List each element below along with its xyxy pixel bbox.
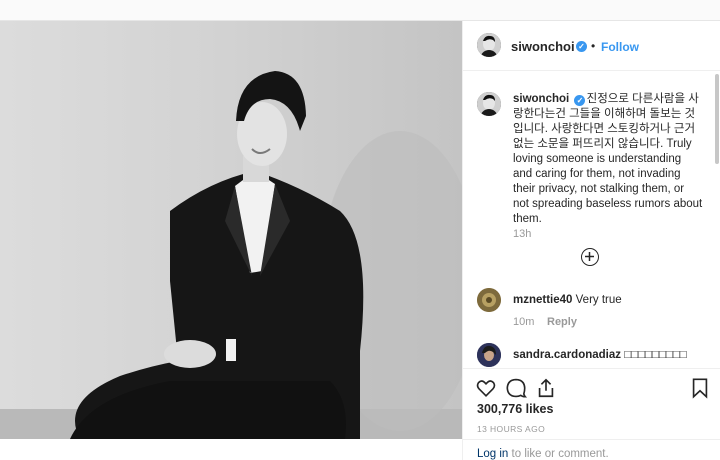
avatar-image	[477, 33, 501, 57]
post-actions: 300,776 likes 13 HOURS AGO Log in to lik…	[463, 368, 720, 460]
post-side-panel: siwonchoi ✓ • Follow siwonchoi ✓ 진정으로 다른…	[462, 21, 720, 460]
comment-text: □□□□□□□□□	[624, 349, 687, 361]
login-prompt: Log in to like or comment.	[477, 448, 609, 460]
share-icon[interactable]	[535, 377, 557, 399]
avatar[interactable]	[477, 33, 501, 57]
heart-icon[interactable]	[475, 377, 497, 399]
login-prompt-rest: to like or comment.	[508, 448, 609, 460]
login-bar: Log in to like or comment.	[463, 439, 720, 460]
comment-username[interactable]: sandra.cardonadiaz	[513, 349, 621, 361]
comment-text: Very true	[575, 294, 622, 306]
photo-illustration	[0, 71, 462, 439]
reply-button[interactable]: Reply	[547, 316, 577, 328]
comments-scrollbar[interactable]	[715, 74, 719, 164]
list-item: mznettie40 Very true	[513, 293, 703, 308]
comment-icon[interactable]	[505, 377, 527, 399]
likes-count[interactable]: 300,776 likes	[477, 402, 553, 416]
post-photo[interactable]	[0, 21, 462, 439]
comment-avatar-image	[477, 343, 501, 367]
comment-time: 10m	[513, 316, 535, 328]
load-more-comments-button[interactable]	[581, 248, 599, 266]
caption-username[interactable]: siwonchoi	[513, 93, 569, 105]
post-timestamp: 13 HOURS AGO	[477, 424, 546, 434]
post-header: siwonchoi ✓ • Follow	[463, 21, 720, 71]
caption: siwonchoi ✓ 진정으로 다른사람을 사랑한다는건 그들을 이해하며 돌…	[513, 92, 703, 227]
caption-avatar-image	[477, 92, 501, 116]
header-username[interactable]: siwonchoi	[511, 39, 575, 54]
comment-avatar[interactable]	[477, 288, 501, 312]
caption-avatar[interactable]	[477, 92, 501, 116]
bookmark-icon[interactable]	[689, 377, 711, 399]
caption-time: 13h	[513, 228, 532, 240]
separator-dot: •	[591, 39, 596, 53]
verified-badge-icon: ✓	[576, 41, 587, 52]
comments-list[interactable]: siwonchoi ✓ 진정으로 다른사람을 사랑한다는건 그들을 이해하며 돌…	[463, 72, 713, 368]
comment-username[interactable]: mznettie40	[513, 294, 572, 306]
caption-verified-icon: ✓	[574, 95, 586, 106]
login-link[interactable]: Log in	[477, 448, 508, 460]
follow-button[interactable]: Follow	[601, 40, 639, 54]
caption-text: 진정으로 다른사람을 사랑한다는건 그들을 이해하며 돌보는 것입니다. 사랑한…	[513, 93, 703, 225]
comment-avatar[interactable]	[477, 343, 501, 367]
instagram-post-card: siwonchoi ✓ • Follow siwonchoi ✓ 진정으로 다른…	[0, 20, 720, 460]
plus-icon	[585, 252, 594, 261]
comment-avatar-image	[477, 288, 501, 312]
list-item: sandra.cardonadiaz □□□□□□□□□	[513, 348, 703, 363]
